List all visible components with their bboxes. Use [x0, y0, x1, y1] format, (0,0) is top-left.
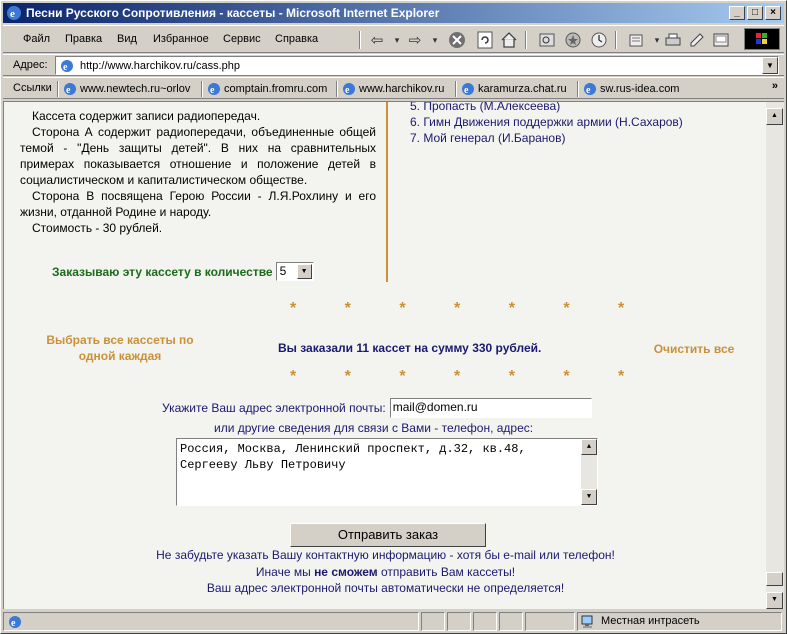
- maximize-button[interactable]: □: [747, 6, 763, 20]
- stop-icon[interactable]: [445, 29, 469, 51]
- clear-all-link[interactable]: Очистить все: [644, 341, 744, 357]
- address-url: http://www.harchikov.ru/cass.php: [80, 60, 240, 72]
- status-main: e: [3, 612, 419, 631]
- status-cell: [421, 612, 445, 631]
- email-field[interactable]: mail@domen.ru: [389, 398, 592, 418]
- svg-text:e: e: [210, 85, 215, 96]
- menu-bar: Файл Правка Вид Избранное Сервис Справка…: [3, 25, 784, 53]
- link-item[interactable]: e www.harchikov.ru: [342, 82, 444, 96]
- description-paragraph: Стоимость - 30 рублей.: [32, 221, 163, 235]
- svg-text:e: e: [10, 8, 15, 20]
- home-icon[interactable]: [497, 29, 521, 51]
- menu-favorites[interactable]: Избранное: [153, 33, 209, 45]
- ie-page-icon: e: [462, 83, 474, 96]
- menu-tools[interactable]: Сервис: [223, 33, 261, 45]
- textarea-scrollbar[interactable]: ▲ ▼: [581, 439, 597, 505]
- track-item: 5. Пропасть (М.Алексеева): [410, 101, 561, 113]
- links-overflow-icon[interactable]: »: [772, 80, 778, 92]
- page-scrollbar[interactable]: ▲ ▼: [766, 101, 784, 609]
- intranet-icon: [581, 615, 593, 628]
- link-item[interactable]: e karamurza.chat.ru: [461, 82, 567, 96]
- ie-window: e Песни Русского Сопротивления - кассеты…: [0, 0, 787, 634]
- svg-text:e: e: [63, 62, 68, 73]
- menu-file[interactable]: Файл: [23, 33, 50, 45]
- links-bar: Ссылки e www.newtech.ru~orlov e comptain…: [3, 77, 784, 99]
- contact-textarea[interactable]: Россия, Москва, Ленинский проспект, д.32…: [176, 438, 598, 506]
- history-icon[interactable]: [587, 29, 611, 51]
- favorites-icon[interactable]: [561, 29, 585, 51]
- svg-text:e: e: [11, 618, 16, 629]
- star-divider: * * * * * * *: [290, 300, 647, 317]
- contact-text: Россия, Москва, Ленинский проспект, д.32…: [180, 442, 526, 472]
- submit-order-button[interactable]: Отправить заказ: [290, 523, 486, 547]
- link-item[interactable]: e www.newtech.ru~orlov: [63, 82, 190, 96]
- scroll-down-icon[interactable]: ▼: [581, 489, 597, 505]
- page-done-icon: e: [9, 616, 21, 629]
- quantity-select[interactable]: 5 ▼: [275, 262, 314, 281]
- order-summary: Вы заказали 11 кассет на сумму 330 рубле…: [278, 341, 542, 355]
- email-label: Укажите Ваш адрес электронной почты:: [162, 401, 386, 415]
- ie-logo-icon: e: [7, 6, 21, 20]
- forward-dropdown-icon[interactable]: ▾: [423, 29, 447, 51]
- track-item: 6. Гимн Движения поддержки армии (Н.Саха…: [410, 115, 683, 129]
- status-cell: [525, 612, 575, 631]
- address-label: Адрес:: [13, 59, 48, 71]
- email-row: Укажите Ваш адрес электронной почты: mai…: [162, 398, 592, 418]
- ie-page-icon: e: [584, 83, 596, 96]
- star-divider: * * * * * * *: [290, 368, 647, 385]
- address-dropdown-icon[interactable]: ▼: [762, 57, 778, 74]
- status-bar: e Местная интрасеть: [3, 611, 784, 632]
- link-item[interactable]: e sw.rus-idea.com: [583, 82, 679, 96]
- svg-text:e: e: [66, 85, 71, 96]
- track-list: 5. Пропасть (М.Алексеева) 6. Гимн Движен…: [410, 101, 683, 146]
- scroll-up-icon[interactable]: ▲: [766, 108, 783, 125]
- link-item[interactable]: e comptain.fromru.com: [207, 82, 327, 96]
- scroll-thumb[interactable]: [766, 572, 783, 586]
- close-button[interactable]: ×: [765, 6, 781, 20]
- title-bar: e Песни Русского Сопротивления - кассеты…: [3, 3, 784, 23]
- description-paragraph: Кассета содержит записи радиопередач.: [32, 109, 261, 123]
- status-cell: [473, 612, 497, 631]
- contact-label: или другие сведения для связи с Вами - т…: [214, 421, 534, 435]
- scroll-up-icon[interactable]: ▲: [581, 439, 597, 455]
- discuss-icon[interactable]: [709, 29, 733, 51]
- search-icon[interactable]: [535, 29, 559, 51]
- order-quantity-label: Заказываю эту кассету в количестве: [52, 264, 273, 279]
- description-paragraph: Сторона В посвящена Герою России - Л.Я.Р…: [20, 189, 376, 219]
- links-label: Ссылки: [13, 82, 52, 94]
- track-item: 7. Мой генерал (И.Баранов): [410, 131, 566, 145]
- column-divider: [386, 102, 388, 282]
- refresh-icon[interactable]: [473, 29, 497, 51]
- reminder-note: Не забудьте указать Вашу контактную инфо…: [156, 548, 615, 562]
- status-cell: [447, 612, 471, 631]
- window-title: Песни Русского Сопротивления - кассеты -…: [26, 6, 440, 20]
- cassette-description: Кассета содержит записи радиопередач. Ст…: [20, 108, 376, 236]
- svg-text:e: e: [464, 85, 469, 96]
- page-content: Кассета содержит записи радиопередач. Ст…: [3, 101, 766, 609]
- address-input[interactable]: e http://www.harchikov.ru/cass.php ▼: [55, 56, 779, 75]
- warning-note: Иначе мы не сможем отправить Вам кассеты…: [255, 565, 516, 579]
- minimize-button[interactable]: _: [729, 6, 745, 20]
- menu-edit[interactable]: Правка: [65, 33, 102, 45]
- menu-view[interactable]: Вид: [117, 33, 137, 45]
- edit-icon[interactable]: [685, 29, 709, 51]
- svg-text:e: e: [586, 85, 591, 96]
- scroll-down-icon[interactable]: ▼: [766, 592, 783, 609]
- ie-page-icon: e: [343, 83, 355, 96]
- page-icon: e: [61, 60, 73, 73]
- email-note: Ваш адрес электронной почты автоматическ…: [206, 581, 565, 595]
- description-paragraph: Сторона А содержит радиопередачи, объеди…: [20, 125, 376, 187]
- windows-logo-icon: [744, 28, 780, 50]
- select-all-link[interactable]: Выбрать все кассеты по одной каждая: [34, 332, 206, 364]
- svg-text:e: e: [345, 85, 350, 96]
- ie-page-icon: e: [208, 83, 220, 96]
- status-cell: [499, 612, 523, 631]
- chevron-down-icon[interactable]: ▼: [296, 264, 312, 279]
- ie-page-icon: e: [64, 83, 76, 96]
- order-quantity-row: Заказываю эту кассету в количестве 5 ▼: [52, 262, 314, 281]
- security-zone: Местная интрасеть: [577, 612, 782, 631]
- print-icon[interactable]: [661, 29, 685, 51]
- menu-help[interactable]: Справка: [275, 33, 318, 45]
- address-bar: Адрес: e http://www.harchikov.ru/cass.ph…: [3, 54, 784, 76]
